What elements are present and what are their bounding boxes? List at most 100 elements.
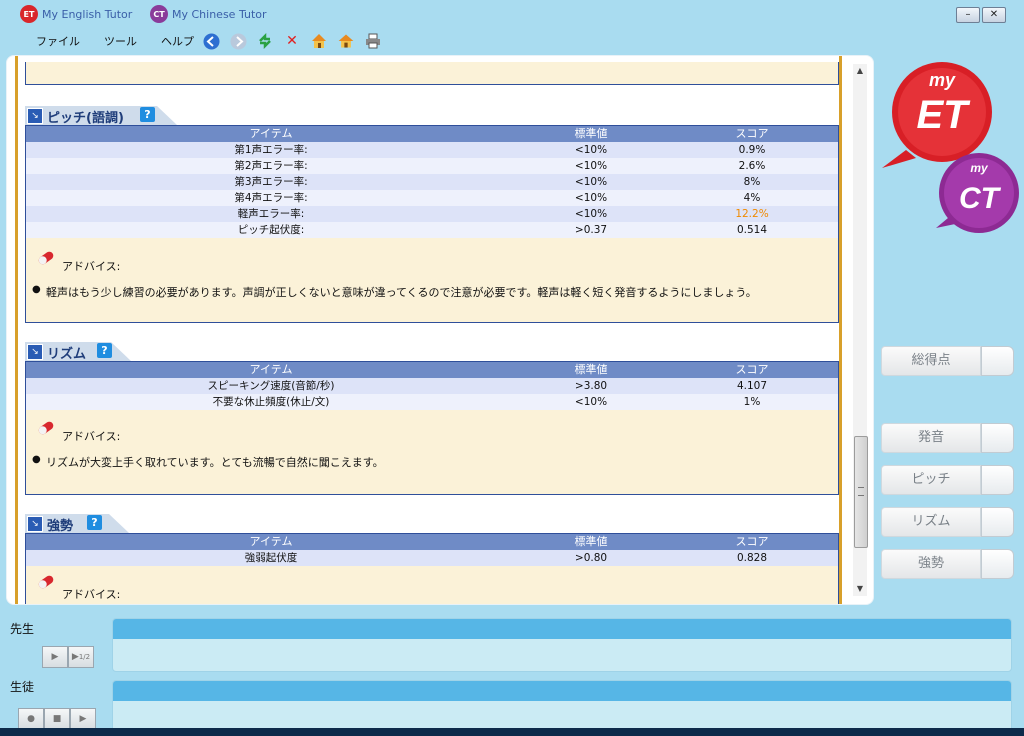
collapse-icon[interactable]: ↘ <box>27 516 43 532</box>
refresh-icon[interactable] <box>256 32 274 50</box>
bullet-icon: ● <box>32 284 41 295</box>
pitch-button[interactable]: ピッチ <box>881 465 1014 495</box>
button-label: 強勢 <box>881 549 981 579</box>
advice-text: リズムが大変上手く取れています。とても流暢で自然に聞こえます。 <box>46 456 384 469</box>
row-score: 4% <box>743 192 761 204</box>
stress-section-header: ↘ 強勢 ? <box>25 514 839 534</box>
table-row: 不要な休止頻度(休止/文) <10% 1% <box>26 394 838 410</box>
et-logo-icon: ET <box>20 5 38 23</box>
score-box <box>981 423 1014 453</box>
score-box <box>981 346 1014 376</box>
rhythm-button[interactable]: リズム <box>881 507 1014 537</box>
report-content: ↘ ピッチ(語調) ? アイテム 標準値 スコア 第1声エラー率: <10% 0… <box>25 56 841 604</box>
total-score-button[interactable]: 総得点 <box>881 346 1014 376</box>
svg-text:my: my <box>929 70 956 90</box>
stress-section: ↘ 強勢 ? アイテム 標準値 スコア 強弱起伏度 >0.80 0.828 アド… <box>25 514 839 604</box>
table-header: アイテム 標準値 スコア <box>26 126 838 142</box>
advice-label: アドバイス: <box>62 588 121 601</box>
half-speed-play-button[interactable]: ▶ 1/2 <box>68 646 94 668</box>
row-score: 0.9% <box>738 144 766 156</box>
tab-label: My Chinese Tutor <box>172 7 267 21</box>
bullet-icon: ● <box>32 454 41 465</box>
teacher-label: 先生 <box>10 622 35 636</box>
help-icon[interactable]: ? <box>140 107 155 122</box>
advice-block: アドバイス: ● 軽声はもう少し練習の必要があります。声調が正しくないと意味が違… <box>26 238 838 322</box>
column-header-std: 標準値 <box>574 127 608 140</box>
pitch-section: ↘ ピッチ(語調) ? アイテム 標準値 スコア 第1声エラー率: <10% 0… <box>25 106 839 323</box>
help-icon[interactable]: ? <box>87 515 102 530</box>
advice-label: アドバイス: <box>62 260 121 273</box>
student-label: 生徒 <box>10 680 35 694</box>
table-row: 第4声エラー率: <10% 4% <box>26 190 838 206</box>
pitch-section-header: ↘ ピッチ(語調) ? <box>25 106 839 126</box>
table-row: スピーキング速度(音節/秒) >3.80 4.107 <box>26 378 838 394</box>
menu-tools[interactable]: ツール <box>104 33 137 49</box>
row-item: 不要な休止頻度(休止/文) <box>212 396 330 408</box>
column-header-score: スコア <box>735 363 769 376</box>
print-icon[interactable] <box>364 32 382 50</box>
row-std: <10% <box>574 176 608 188</box>
tab-label: My English Tutor <box>42 7 133 21</box>
advice-pill-icon <box>38 575 54 589</box>
home-icon[interactable] <box>310 32 328 50</box>
home2-icon[interactable] <box>337 32 355 50</box>
left-rail <box>15 56 18 604</box>
table-row: 軽声エラー率: <10% 12.2% <box>26 206 838 222</box>
os-taskbar <box>0 728 1024 736</box>
row-std: <10% <box>574 208 608 220</box>
record-icon[interactable]: ● <box>18 708 44 730</box>
table-row: 第3声エラー率: <10% 8% <box>26 174 838 190</box>
row-item: スピーキング速度(音節/秒) <box>207 380 335 392</box>
row-item: ピッチ起伏度: <box>237 224 305 236</box>
stress-table-box: アイテム 標準値 スコア 強弱起伏度 >0.80 0.828 アドバイス: <box>25 533 839 604</box>
table-row: 第1声エラー率: <10% 0.9% <box>26 142 838 158</box>
play-icon[interactable]: ▶ <box>70 708 96 730</box>
play-icon[interactable]: ▶ <box>42 646 68 668</box>
table-header: アイテム 標準値 スコア <box>26 534 838 550</box>
button-label: リズム <box>881 507 981 537</box>
menu-help[interactable]: ヘルプ <box>161 33 194 49</box>
close-button[interactable]: ✕ <box>982 7 1006 23</box>
title-bar: ET My English Tutor CT My Chinese Tutor … <box>0 0 1024 28</box>
button-label: 総得点 <box>881 346 981 376</box>
row-std: >0.80 <box>574 552 608 564</box>
tab-my-chinese-tutor[interactable]: CT My Chinese Tutor <box>150 4 267 24</box>
stop-icon[interactable]: ■ <box>44 708 70 730</box>
teacher-waveform <box>112 618 1012 672</box>
pronunciation-button[interactable]: 発音 <box>881 423 1014 453</box>
help-icon[interactable]: ? <box>97 343 112 358</box>
row-item: 第3声エラー率: <box>234 176 308 188</box>
stop-icon[interactable]: ✕ <box>283 32 301 50</box>
scroll-down-icon[interactable]: ▼ <box>853 582 867 596</box>
menu-bar: ファイル ツール ヘルプ <box>0 30 194 52</box>
back-icon[interactable] <box>202 32 220 50</box>
section-title: リズム <box>47 347 87 362</box>
row-score: 1% <box>743 396 761 408</box>
vertical-scrollbar[interactable]: ▲ ▼ <box>853 64 868 596</box>
row-std: <10% <box>574 396 608 408</box>
stress-button[interactable]: 強勢 <box>881 549 1014 579</box>
ct-logo-icon: CT <box>150 5 168 23</box>
toolbar: ✕ <box>202 30 382 52</box>
collapse-icon[interactable]: ↘ <box>27 344 43 360</box>
collapse-icon[interactable]: ↘ <box>27 108 43 124</box>
score-box <box>981 549 1014 579</box>
row-item: 第2声エラー率: <box>234 160 308 172</box>
student-waveform <box>112 680 1012 734</box>
advice-block: アドバイス: <box>26 566 838 604</box>
tab-my-english-tutor[interactable]: ET My English Tutor <box>20 4 132 24</box>
advice-label: アドバイス: <box>62 430 121 443</box>
scrollbar-thumb[interactable] <box>854 436 868 548</box>
scroll-up-icon[interactable]: ▲ <box>853 64 867 78</box>
row-std: <10% <box>574 144 608 156</box>
table-header: アイテム 標準値 スコア <box>26 362 838 378</box>
advice-pill-icon <box>38 251 54 265</box>
minimize-button[interactable]: – <box>956 7 980 23</box>
row-std: <10% <box>574 192 608 204</box>
menu-file[interactable]: ファイル <box>36 33 80 49</box>
row-score: 4.107 <box>736 380 768 392</box>
window-controls: – ✕ <box>956 7 1006 23</box>
score-box <box>981 465 1014 495</box>
forward-icon[interactable] <box>229 32 247 50</box>
rhythm-section: ↘ リズム ? アイテム 標準値 スコア スピーキング速度(音節/秒) >3.8… <box>25 342 839 495</box>
